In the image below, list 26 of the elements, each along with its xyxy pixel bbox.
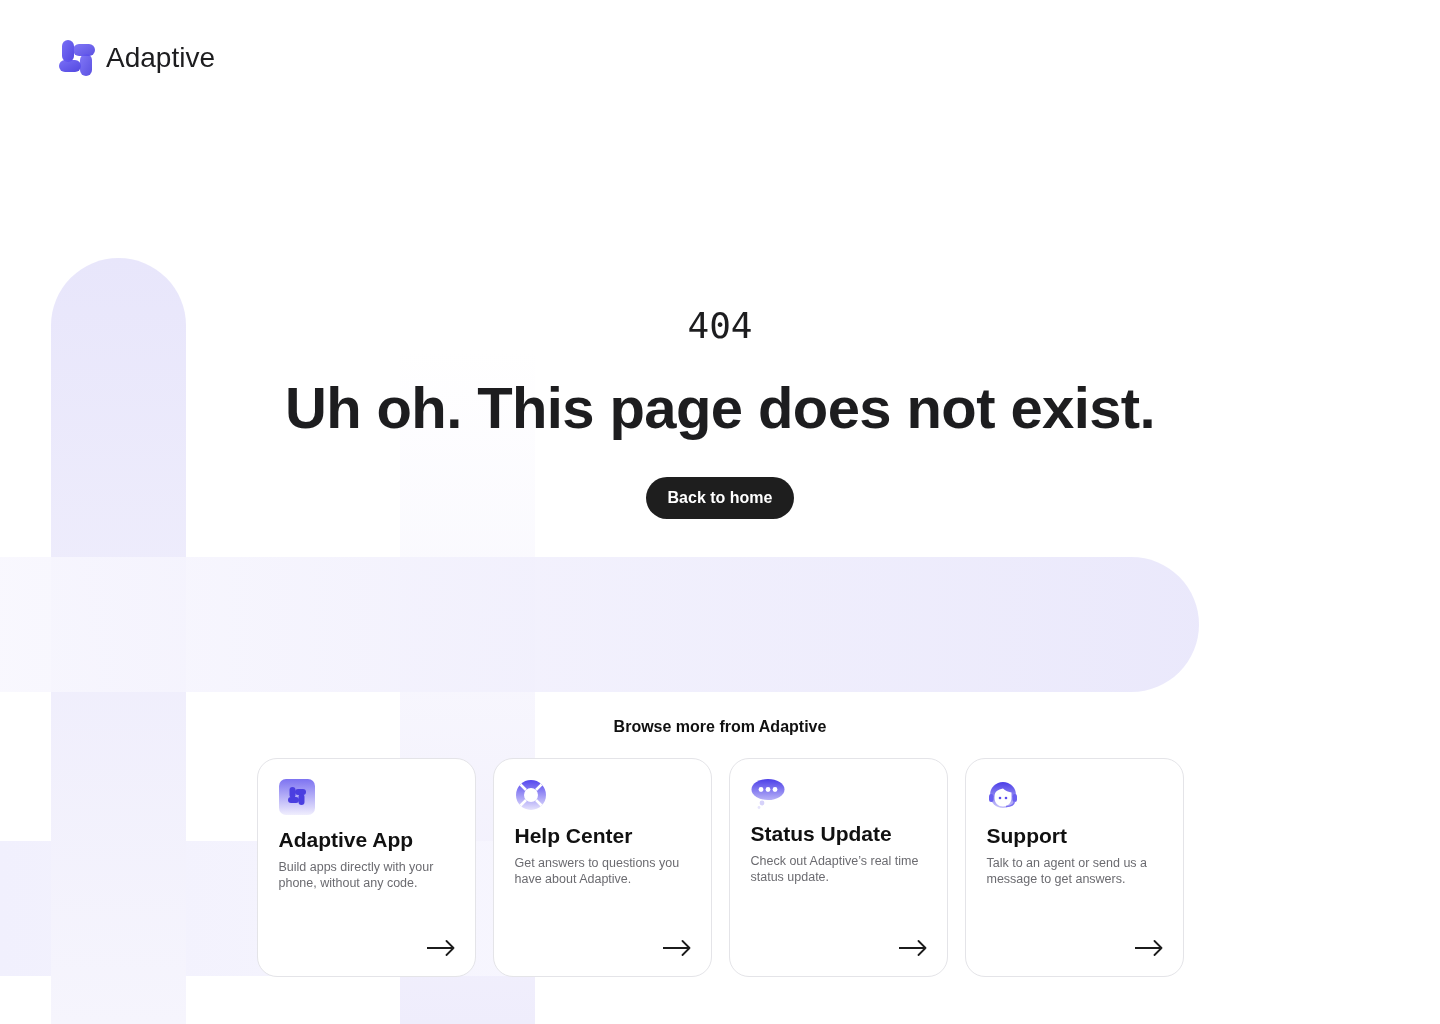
card-description: Talk to an agent or send us a message to get answers. <box>986 855 1149 887</box>
card-description: Check out Adaptive’s real time status update. <box>750 853 920 885</box>
card-title: Help Center <box>514 823 633 849</box>
card-title: Status Update <box>750 821 892 847</box>
link-card[interactable]: Adaptive App Build apps directly with your phone, without any code. <box>256 758 476 977</box>
card-description: Get answers to questions you have about Adaptive. <box>514 855 681 887</box>
pinwheel-logo-icon <box>59 40 95 76</box>
link-card[interactable]: Status Update Check out Adaptive’s real time status update. <box>728 758 948 977</box>
link-card[interactable]: Help Center Get answers to questions you have about Adaptive. <box>492 758 712 977</box>
brand-link[interactable]: Adaptive <box>59 40 215 76</box>
error-heading: Uh oh. This page does not exist. <box>284 374 1156 442</box>
link-card[interactable]: Support Talk to an agent or send us a message to get answers. <box>964 758 1184 977</box>
card-title: Support <box>986 823 1067 849</box>
right-arrow-icon <box>898 940 927 956</box>
speech-bubble-icon <box>750 779 785 809</box>
right-arrow-icon <box>1134 940 1163 956</box>
right-arrow-icon <box>662 940 691 956</box>
right-arrow-icon <box>426 940 455 956</box>
back-home-button[interactable]: Back to home <box>645 477 795 519</box>
pinwheel-tile-icon <box>278 779 315 815</box>
error-code: 404 <box>687 304 753 348</box>
card-title: Adaptive App <box>278 827 414 853</box>
agent-headset-icon <box>986 779 1019 811</box>
browse-heading: Browse more from Adaptive <box>613 717 827 737</box>
card-description: Build apps directly with your phone, without any code. <box>278 859 435 891</box>
lifebuoy-icon <box>514 779 547 811</box>
